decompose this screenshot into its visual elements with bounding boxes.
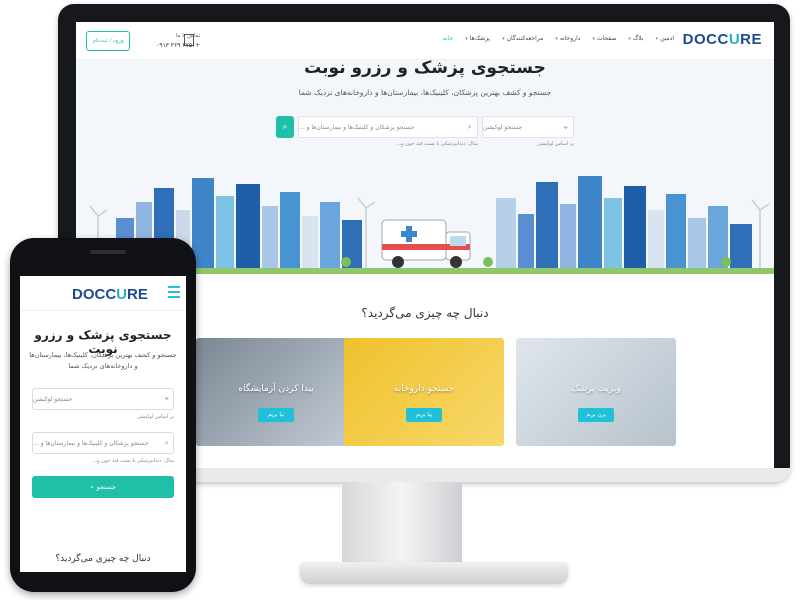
- monitor-stand-base: [300, 562, 568, 584]
- phone-notch: [68, 246, 148, 264]
- mobile-header-divider: [20, 310, 186, 311]
- phone-speaker: [90, 250, 126, 254]
- mobile-location-hint: بر اساس لوکیشن: [137, 414, 174, 420]
- search-icon: ⌕: [164, 438, 169, 447]
- mobile-location-input[interactable]: ⌖ جستجو لوکیشن: [32, 388, 174, 410]
- location-pin-icon: ⌖: [164, 394, 169, 403]
- doctor-search-input[interactable]: ⌕ جستجو پزشکان و کلینیک‌ها و بیمارستان‌ه…: [298, 116, 478, 138]
- location-hint: بر اساس لوکیشن: [537, 141, 574, 147]
- mobile-logo[interactable]: DOCCURE: [72, 286, 148, 303]
- nav-item-patients[interactable]: مراجعه‌کنندگان▾: [502, 35, 543, 42]
- contact-label: تماس با ما: [175, 33, 201, 39]
- desktop-header: DOCCURE خانه پزشک‌ها▾ مراجعه‌کنندگان▾ دا…: [76, 22, 774, 60]
- card-label: ویزیت پزشک: [571, 384, 621, 394]
- monitor-stand: [342, 482, 462, 566]
- card-label: جستجو داروخانه: [393, 384, 455, 394]
- location-pin-icon: ⌖: [563, 123, 568, 132]
- mobile-section-title: دنبال چه چیزی می‌گردید؟: [55, 554, 151, 564]
- login-register-button[interactable]: ورود / ثبت‌نام: [86, 31, 130, 51]
- nav-item-admin[interactable]: ادمین▾: [656, 35, 674, 42]
- search-button[interactable]: ⌕: [276, 116, 294, 138]
- card-button[interactable]: بیا بریم: [406, 408, 442, 422]
- nav-item-blog[interactable]: بلاگ▾: [628, 35, 643, 42]
- chevron-down-icon: ▾: [555, 36, 558, 42]
- mockup-stage: DOCCURE خانه پزشک‌ها▾ مراجعه‌کنندگان▾ دا…: [0, 0, 800, 600]
- card-button[interactable]: بزن بریم: [578, 408, 614, 422]
- nav-item-pages[interactable]: صفحات▾: [592, 35, 616, 42]
- chevron-down-icon: ▾: [628, 36, 631, 42]
- chevron-down-icon: ▾: [592, 36, 595, 42]
- chevron-down-icon: ▾: [655, 36, 659, 42]
- nav-item-doctors[interactable]: پزشک‌ها▾: [465, 35, 490, 42]
- mobile-subtitle: جستجو و کشف بهترین پزشکان، کلینیک‌ها، بی…: [29, 351, 177, 370]
- hamburger-menu-icon[interactable]: [168, 286, 180, 301]
- card-find-pharmacy[interactable]: جستجو داروخانه بیا بریم: [344, 338, 504, 446]
- card-find-lab[interactable]: پیدا کردن آزمایشگاه بیا بریم: [196, 338, 356, 446]
- nav-item-home[interactable]: خانه: [443, 35, 453, 42]
- desktop-logo[interactable]: DOCCURE: [683, 31, 762, 48]
- hero-subtitle: جستجو و کشف بهترین پزشکان، کلینیک‌ها، بی…: [298, 88, 552, 97]
- chevron-down-icon: ▾: [502, 36, 505, 42]
- nav-item-pharmacy[interactable]: داروخانه▾: [555, 35, 580, 42]
- contact-info: تماس با ما ۰۹۱۳ ۳۶۹ ۳۷۵۱+: [156, 32, 200, 50]
- mobile-query-hint: مثال: دندانپزشکی یا تست قند خون و...: [92, 458, 174, 464]
- location-search-input[interactable]: ⌖ جستجو لوکیشن: [482, 116, 574, 138]
- chevron-down-icon: ▾: [465, 36, 468, 42]
- hero-title: جستجوی پزشک و رزرو نوبت: [304, 58, 546, 78]
- mobile-screen: DOCCURE جستجوی پزشک و رزرو نوبت جستجو و …: [20, 276, 186, 572]
- search-icon: ⌕: [282, 122, 288, 132]
- mobile-query-input[interactable]: ⌕ جستجو پزشکان و کلینیک‌ها و بیمارستان‌ه…: [32, 432, 174, 454]
- desktop-nav: خانه پزشک‌ها▾ مراجعه‌کنندگان▾ داروخانه▾ …: [443, 35, 674, 42]
- card-button[interactable]: بیا بریم: [258, 408, 294, 422]
- search-icon: ⌕: [467, 122, 472, 131]
- search-icon: ⌕: [90, 482, 94, 491]
- card-label: پیدا کردن آزمایشگاه: [238, 384, 314, 394]
- search-hint: مثال: دندانپزشکی یا تست قند خون و...: [396, 141, 478, 147]
- mobile-search-button[interactable]: جستجو ⌕: [32, 476, 174, 498]
- contact-phone[interactable]: ۰۹۱۳ ۳۶۹ ۳۷۵۱+: [156, 41, 200, 50]
- card-visit-doctor[interactable]: ویزیت پزشک بزن بریم: [516, 338, 676, 446]
